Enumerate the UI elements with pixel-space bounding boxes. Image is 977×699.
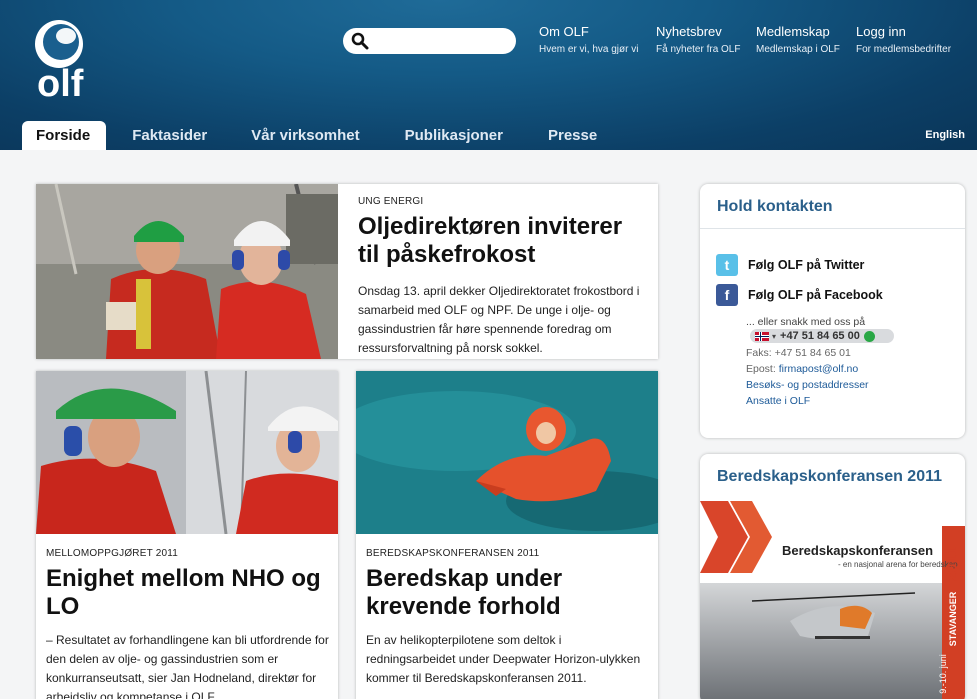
email-link[interactable]: firmapost@olf.no [779, 363, 859, 375]
article-body: En av helikopterpilotene som deltok i re… [366, 633, 641, 685]
top-link-subtitle[interactable]: Hvem er vi, hva gjør vi [539, 44, 638, 55]
conference-panel[interactable]: Beredskapskonferansen 2011 Beredskapskon… [700, 454, 965, 699]
featured-article[interactable]: UNG ENERGI Oljedirektøren inviterer til … [36, 184, 658, 359]
banner-year: 2011 [944, 546, 961, 582]
banner-title: Beredskapskonferansen [782, 543, 934, 558]
facebook-label[interactable]: Følg OLF på Facebook [748, 288, 883, 302]
tab-forside[interactable]: Forside [22, 121, 107, 150]
top-link-om-olf[interactable]: Om OLF Hvem er vi, hva gjør vi [539, 24, 638, 55]
svg-text:olf: olf [37, 63, 84, 100]
article-kicker: BEREDSKAPSKONFERANSEN 2011 [366, 548, 540, 559]
top-link-title[interactable]: Om OLF [539, 24, 638, 39]
article-image[interactable] [36, 184, 338, 359]
article-card[interactable]: BEREDSKAPSKONFERANSEN 2011 Beredskap und… [356, 371, 658, 699]
tab-presse[interactable]: Presse [548, 121, 597, 150]
top-link-subtitle[interactable]: For medlemsbedrifter [856, 44, 951, 55]
site-header: olf Om OLF Hvem er vi, hva gjør vi Nyhet… [0, 0, 977, 150]
top-link-subtitle[interactable]: Medlemskap i OLF [756, 44, 840, 55]
main-nav: Forside Faktasider Vår virksomhet Publik… [22, 121, 597, 150]
banner-subtitle: - en nasjonal arena for beredskap [838, 560, 958, 569]
tab-var-virksomhet[interactable]: Vår virksomhet [251, 121, 359, 150]
top-link-nyhetsbrev[interactable]: Nyhetsbrev Få nyheter fra OLF [656, 24, 740, 55]
top-link-logg-inn[interactable]: Logg inn For medlemsbedrifter [856, 24, 951, 55]
norway-flag-icon [755, 331, 769, 341]
contact-panel: Hold kontakten t Følg OLF på Twitter f F… [700, 184, 965, 438]
phone-chat-button[interactable]: ▾ +47 51 84 65 00 [750, 329, 894, 343]
article-title[interactable]: Beredskap under krevende forhold [366, 565, 651, 621]
divider [700, 228, 965, 229]
twitter-link[interactable]: t Følg OLF på Twitter [716, 254, 864, 276]
twitter-label[interactable]: Følg OLF på Twitter [748, 258, 864, 272]
article-image[interactable] [36, 371, 338, 535]
top-link-title[interactable]: Logg inn [856, 24, 951, 39]
search-box[interactable] [343, 28, 516, 54]
article-body: Onsdag 13. april dekker Oljedirektoratet… [358, 284, 640, 355]
tab-faktasider[interactable]: Faktasider [132, 121, 207, 150]
banner-dates: 9.-10. juni [938, 654, 948, 694]
chat-intro: ... eller snakk med oss på [746, 316, 866, 328]
top-link-title[interactable]: Nyhetsbrev [656, 24, 740, 39]
olf-logo[interactable]: olf [34, 18, 114, 105]
search-input[interactable] [375, 31, 509, 51]
tab-publikasjoner[interactable]: Publikasjoner [405, 121, 503, 150]
contact-panel-title: Hold kontakten [717, 198, 833, 215]
article-image[interactable] [356, 371, 658, 534]
banner-city: STAVANGER [948, 591, 958, 647]
article-body: – Resultatet av forhandlingene kan bli u… [46, 633, 329, 699]
top-link-medlemskap[interactable]: Medlemskap Medlemskap i OLF [756, 24, 840, 55]
top-link-subtitle[interactable]: Få nyheter fra OLF [656, 44, 740, 55]
article-kicker: MELLOMOPPGJØRET 2011 [46, 548, 179, 559]
language-english-link[interactable]: English [925, 129, 965, 141]
staff-link[interactable]: Ansatte i OLF [746, 395, 810, 407]
chevron-down-icon[interactable]: ▾ [772, 332, 776, 341]
article-title[interactable]: Enighet mellom NHO og LO [46, 565, 331, 621]
phone-number[interactable]: +47 51 84 65 00 [780, 330, 860, 342]
top-link-title[interactable]: Medlemskap [756, 24, 840, 39]
facebook-icon[interactable]: f [716, 284, 738, 306]
email-line: Epost: firmapost@olf.no [746, 363, 858, 375]
facebook-link[interactable]: f Følg OLF på Facebook [716, 284, 883, 306]
conference-panel-title[interactable]: Beredskapskonferansen 2011 [717, 468, 942, 486]
fax-number: Faks: +47 51 84 65 01 [746, 347, 851, 359]
article-card[interactable]: MELLOMOPPGJØRET 2011 Enighet mellom NHO … [36, 371, 338, 699]
search-icon[interactable] [351, 32, 369, 50]
conference-banner[interactable]: Beredskapskonferansen - en nasjonal aren… [700, 501, 965, 699]
twitter-icon[interactable]: t [716, 254, 738, 276]
address-link[interactable]: Besøks- og postaddresser [746, 379, 869, 391]
article-title[interactable]: Oljedirektøren inviterer til påskefrokos… [358, 213, 648, 269]
email-label: Epost: [746, 363, 776, 375]
call-icon[interactable] [863, 330, 875, 342]
article-kicker: UNG ENERGI [358, 196, 424, 207]
